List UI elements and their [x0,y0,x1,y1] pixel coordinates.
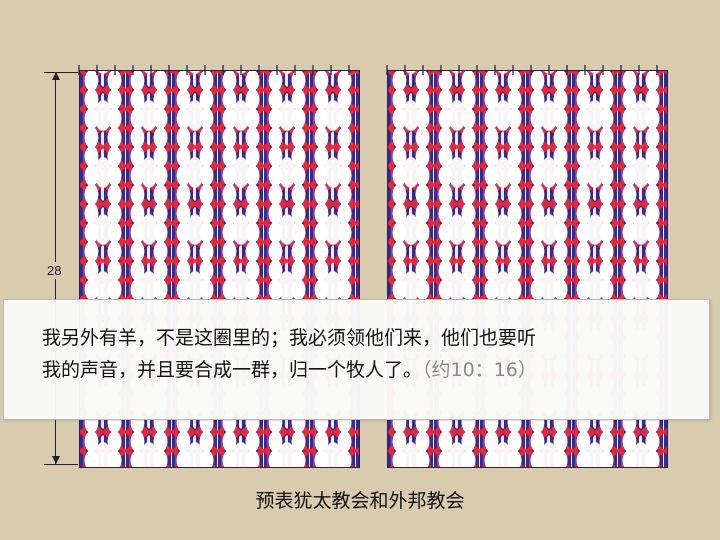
slide-caption: 预表犹太教会和外邦教会 [255,490,465,512]
quote-line-1: 我另外有羊，不是这圈里的；我必须领他们来，他们也要听 [42,327,537,349]
scripture-quote-box: 我另外有羊，不是这圈里的；我必须领他们来，他们也要听 我的声音，并且要合成一群，… [3,299,710,420]
arrow-up-icon [52,72,60,80]
dimension-tick-top [44,72,78,73]
quote-reference: （约10：16） [422,359,537,381]
arrow-down-icon [52,456,60,464]
dimension-label: 28 [44,262,65,279]
quote-line-2: 我的声音，并且要合成一群，归一个牧人了。（约10：16） [42,354,695,386]
dimension-tick-bottom [44,464,78,465]
quote-line-2-text: 我的声音，并且要合成一群，归一个牧人了。 [42,359,423,381]
slide: 28 我另外有羊，不是这圈里的；我必须领他们来，他们也要听 我的声音，并且要合成… [0,0,720,540]
